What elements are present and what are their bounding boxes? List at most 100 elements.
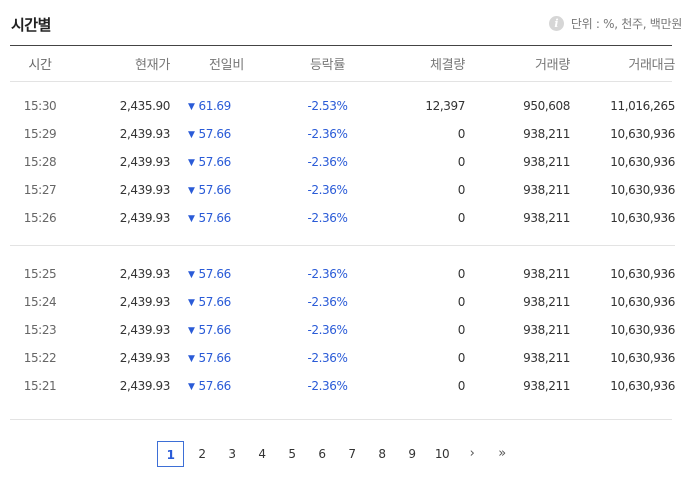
table-row: 15:27 2,439.93 ▼ 57.66 -2.36% 0 938,211 10,630,… (10, 176, 676, 204)
change-cell: ▼ 57.66 (170, 260, 275, 288)
column-header-volume: 거래량 (535, 57, 570, 73)
time-cell: 15:27 (23, 183, 57, 197)
change-cell: ▼ 61.69 (170, 92, 275, 120)
amount-cell: 10,630,936 (610, 267, 675, 281)
time-cell: 15:26 (23, 211, 57, 225)
change-cell: ▼ 57.66 (170, 120, 275, 148)
volume-cell: 938,211 (523, 379, 570, 393)
change-value: 57.66 (198, 183, 232, 197)
volume-cell: 938,211 (523, 127, 570, 141)
table-row: 15:25 2,439.93 ▼ 57.66 -2.36% 0 938,211 10,630,… (10, 260, 676, 288)
exec-volume-cell: 0 (457, 267, 466, 281)
price-cell: 2,439.93 (119, 211, 171, 225)
table-row: 15:29 2,439.93 ▼ 57.66 -2.36% 0 938,211 10,630,… (10, 120, 676, 148)
page-link-5[interactable]: 5 (277, 441, 307, 467)
time-cell: 15:21 (23, 379, 57, 393)
time-cell: 15:24 (23, 295, 57, 309)
info-icon[interactable]: i (548, 16, 564, 31)
table-row: 15:24 2,439.93 ▼ 57.66 -2.36% 0 938,211 10,630,… (10, 288, 676, 316)
page-link-1[interactable]: 1 (157, 441, 184, 467)
rate-cell: -2.36% (307, 295, 348, 309)
change-value: 57.66 (198, 211, 232, 225)
volume-cell: 938,211 (523, 267, 570, 281)
page-title: 시간별 (11, 16, 51, 34)
exec-volume-cell: 0 (457, 379, 466, 393)
rate-cell: -2.36% (307, 127, 348, 141)
group-divider (10, 232, 675, 260)
amount-cell: 10,630,936 (610, 211, 675, 225)
change-cell: ▼ 57.66 (170, 176, 275, 204)
unit-text: 단위 : %, 천주, 백만원 (570, 17, 682, 31)
change-cell: ▼ 57.66 (170, 344, 275, 372)
time-cell: 15:22 (23, 351, 57, 365)
last-page-icon[interactable]: » (487, 441, 517, 467)
price-cell: 2,435.90 (119, 99, 171, 113)
row-spacer (10, 400, 675, 412)
change-value: 57.66 (198, 127, 232, 141)
page-link-2[interactable]: 2 (187, 441, 217, 467)
change-value: 57.66 (198, 155, 232, 169)
volume-cell: 938,211 (523, 351, 570, 365)
rate-cell: -2.36% (307, 351, 348, 365)
time-cell: 15:25 (23, 267, 57, 281)
pagination: 1 2 3 4 5 6 7 8 9 10 ›» (157, 441, 517, 467)
down-triangle-icon: ▼ (188, 270, 195, 280)
exec-volume-cell: 0 (457, 211, 466, 225)
column-header-rate: 등락률 (310, 57, 345, 73)
column-header-change: 전일비 (209, 57, 244, 73)
exec-volume-cell: 0 (457, 155, 466, 169)
table-row: 15:22 2,439.93 ▼ 57.66 -2.36% 0 938,211 10,630,… (10, 344, 676, 372)
down-triangle-icon: ▼ (188, 214, 195, 224)
down-triangle-icon: ▼ (188, 354, 195, 364)
rate-cell: -2.36% (307, 155, 348, 169)
volume-cell: 938,211 (523, 323, 570, 337)
exec-volume-cell: 0 (457, 295, 466, 309)
price-cell: 2,439.93 (119, 295, 171, 309)
table-row: 15:28 2,439.93 ▼ 57.66 -2.36% 0 938,211 10,630,… (10, 148, 676, 176)
change-value: 57.66 (198, 323, 232, 337)
table-row: 15:26 2,439.93 ▼ 57.66 -2.36% 0 938,211 10,630,… (10, 204, 676, 232)
down-triangle-icon: ▼ (188, 130, 195, 140)
volume-cell: 950,608 (523, 99, 570, 113)
down-triangle-icon: ▼ (188, 186, 195, 196)
exec-volume-cell: 0 (457, 351, 466, 365)
page-link-7[interactable]: 7 (337, 441, 367, 467)
rate-cell: -2.36% (307, 267, 348, 281)
exec-volume-cell: 0 (457, 127, 466, 141)
rate-cell: -2.36% (307, 379, 348, 393)
unit-note: i 단위 : %, 천주, 백만원 (548, 15, 682, 32)
page-link-6[interactable]: 6 (307, 441, 337, 467)
exec-volume-cell: 12,397 (425, 99, 465, 113)
change-cell: ▼ 57.66 (170, 204, 275, 232)
price-cell: 2,439.93 (119, 127, 171, 141)
table-row: 15:21 2,439.93 ▼ 57.66 -2.36% 0 938,211 10,630,… (10, 372, 676, 400)
page-link-8[interactable]: 8 (367, 441, 397, 467)
price-by-time-table: 시간 현재가 전일비 등락률 체결량 거래량 거래대금 15:30 2,435.9… (10, 46, 675, 412)
volume-cell: 938,211 (523, 295, 570, 309)
amount-cell: 10,630,936 (610, 379, 675, 393)
rate-cell: -2.36% (307, 211, 348, 225)
column-header-time: 시간 (28, 57, 52, 73)
page-link-4[interactable]: 4 (247, 441, 277, 467)
price-cell: 2,439.93 (119, 323, 171, 337)
next-page-icon[interactable]: › (457, 441, 487, 467)
page-link-9[interactable]: 9 (397, 441, 427, 467)
exec-volume-cell: 0 (457, 323, 466, 337)
down-triangle-icon: ▼ (188, 158, 195, 168)
volume-cell: 938,211 (523, 183, 570, 197)
amount-cell: 10,630,936 (610, 183, 675, 197)
change-value: 57.66 (198, 295, 232, 309)
page-link-3[interactable]: 3 (217, 441, 247, 467)
change-cell: ▼ 57.66 (170, 372, 275, 400)
page-link-10[interactable]: 10 (427, 441, 457, 467)
change-cell: ▼ 57.66 (170, 288, 275, 316)
exec-volume-cell: 0 (457, 183, 466, 197)
price-cell: 2,439.93 (119, 183, 171, 197)
change-value: 61.69 (198, 99, 232, 113)
time-cell: 15:29 (23, 127, 57, 141)
volume-cell: 938,211 (523, 211, 570, 225)
change-cell: ▼ 57.66 (170, 316, 275, 344)
down-triangle-icon: ▼ (188, 326, 195, 336)
amount-cell: 11,016,265 (610, 99, 675, 113)
table-row: 15:23 2,439.93 ▼ 57.66 -2.36% 0 938,211 10,630,… (10, 316, 676, 344)
